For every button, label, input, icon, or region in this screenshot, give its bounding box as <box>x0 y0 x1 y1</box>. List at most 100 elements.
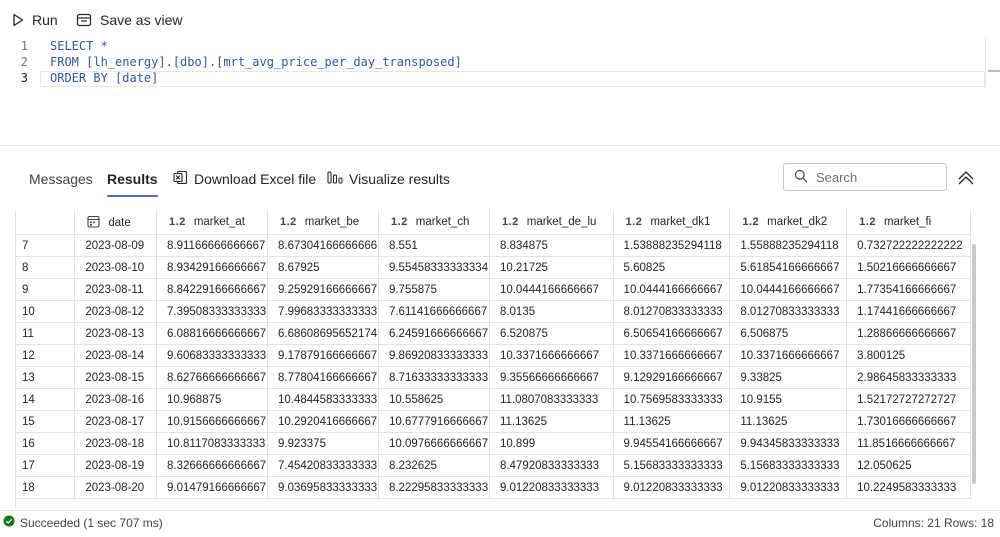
table-cell[interactable]: 2023-08-18 <box>74 432 158 455</box>
table-row[interactable]: 8 2023-08-10 8.93429166666667 8.67925 9.5545… <box>16 256 971 279</box>
table-cell[interactable]: 2023-08-17 <box>74 410 158 433</box>
table-cell[interactable]: 9.94554166666667 <box>613 432 731 455</box>
download-excel-button[interactable]: Download Excel file <box>173 170 316 188</box>
table-cell[interactable]: 2023-08-11 <box>74 278 158 301</box>
grid-scroll-thumb[interactable] <box>972 244 976 484</box>
save-as-view-button[interactable]: Save as view <box>76 12 182 28</box>
table-cell[interactable]: 10.3371666666667 <box>729 344 848 367</box>
table-cell[interactable]: 8.91166666666667 <box>156 234 268 257</box>
table-cell[interactable]: 2023-08-20 <box>74 476 158 499</box>
table-cell[interactable]: 9.86920833333333 <box>378 344 490 367</box>
table-cell[interactable]: 6.50654166666667 <box>613 322 731 345</box>
table-cell[interactable]: 6.506875 <box>729 322 848 345</box>
table-cell[interactable]: 12.050625 <box>846 454 971 477</box>
table-cell[interactable]: 10.968875 <box>156 388 268 411</box>
table-cell[interactable]: 6.68608695652174 <box>267 322 379 345</box>
table-cell[interactable]: 10.2249583333333 <box>846 476 971 499</box>
row-number[interactable]: 13 <box>16 366 76 389</box>
table-cell[interactable]: 9.25929166666667 <box>267 278 379 301</box>
table-cell[interactable]: 5.15683333333333 <box>613 454 731 477</box>
tab-messages[interactable]: Messages <box>29 171 93 187</box>
table-cell[interactable]: 9.755875 <box>378 278 490 301</box>
table-cell[interactable]: 1.77354166666667 <box>846 278 971 301</box>
table-cell[interactable]: 7.39508333333333 <box>156 300 268 323</box>
table-row[interactable]: 17 2023-08-19 8.32666666666667 7.4542083333… <box>16 454 971 477</box>
table-cell[interactable]: 9.01220833333333 <box>613 476 731 499</box>
tab-results[interactable]: Results <box>107 171 158 197</box>
table-cell[interactable]: 2023-08-12 <box>74 300 158 323</box>
table-row[interactable]: 10 2023-08-12 7.39508333333333 7.9968333333… <box>16 300 971 323</box>
table-cell[interactable]: 8.93429166666667 <box>156 256 268 279</box>
table-cell[interactable]: 9.01479166666667 <box>156 476 268 499</box>
table-cell[interactable]: 5.60825 <box>613 256 731 279</box>
results-grid[interactable]: date 1.2 market_at 1.2 market_be 1.2 market_ch… <box>15 210 971 508</box>
table-cell[interactable]: 8.77804166666667 <box>267 366 379 389</box>
table-cell[interactable]: 1.17441666666667 <box>846 300 971 323</box>
table-cell[interactable]: 9.33825 <box>729 366 848 389</box>
table-cell[interactable]: 10.7569583333333 <box>613 388 731 411</box>
column-header-date[interactable]: date <box>74 210 158 235</box>
row-number[interactable]: 17 <box>16 454 76 477</box>
table-row[interactable]: 15 2023-08-17 10.9156666666667 10.292041666… <box>16 410 971 433</box>
table-cell[interactable]: 11.13625 <box>489 410 614 433</box>
table-cell[interactable]: 9.35566666666667 <box>489 366 614 389</box>
table-cell[interactable]: 9.03695833333333 <box>267 476 379 499</box>
table-cell[interactable]: 7.45420833333333 <box>267 454 379 477</box>
table-cell[interactable]: 10.0444166666667 <box>729 278 848 301</box>
table-cell[interactable]: 1.55888235294118 <box>729 234 848 257</box>
table-cell[interactable]: 10.9156666666667 <box>156 410 268 433</box>
table-cell[interactable]: 2023-08-10 <box>74 256 158 279</box>
table-cell[interactable]: 2.98645833333333 <box>846 366 971 389</box>
table-cell[interactable]: 1.52172727272727 <box>846 388 971 411</box>
table-cell[interactable]: 10.899 <box>489 432 614 455</box>
column-header-market-at[interactable]: 1.2 market_at <box>156 210 268 235</box>
row-number[interactable]: 8 <box>16 256 76 279</box>
row-number[interactable]: 12 <box>16 344 76 367</box>
table-cell[interactable]: 10.0444166666667 <box>613 278 731 301</box>
table-cell[interactable]: 8.01270833333333 <box>613 300 731 323</box>
table-cell[interactable]: 8.834875 <box>489 234 614 257</box>
table-row[interactable]: 16 2023-08-18 10.8117083333333 9.923375 10.0… <box>16 432 971 455</box>
row-number[interactable]: 16 <box>16 432 76 455</box>
table-cell[interactable]: 10.2920416666667 <box>267 410 379 433</box>
table-cell[interactable]: 1.53888235294118 <box>613 234 731 257</box>
table-cell[interactable]: 7.99683333333333 <box>267 300 379 323</box>
table-cell[interactable]: 8.47920833333333 <box>489 454 614 477</box>
grid-scrollbar[interactable] <box>970 210 978 508</box>
collapse-results-button[interactable] <box>955 168 977 188</box>
search-input[interactable]: Search <box>783 163 947 191</box>
table-cell[interactable]: 9.17879166666667 <box>267 344 379 367</box>
table-cell[interactable]: 8.22295833333333 <box>378 476 490 499</box>
table-cell[interactable]: 5.15683333333333 <box>729 454 848 477</box>
row-number[interactable]: 15 <box>16 410 76 433</box>
column-header-market-ch[interactable]: 1.2 market_ch <box>378 210 490 235</box>
table-cell[interactable]: 1.50216666666667 <box>846 256 971 279</box>
table-cell[interactable]: 2023-08-14 <box>74 344 158 367</box>
table-cell[interactable]: 2023-08-19 <box>74 454 158 477</box>
column-header-market-de-lu[interactable]: 1.2 market_de_lu <box>489 210 614 235</box>
table-cell[interactable]: 11.0807083333333 <box>489 388 614 411</box>
editor-scrollbar[interactable] <box>985 38 1000 88</box>
table-cell[interactable]: 8.01270833333333 <box>729 300 848 323</box>
table-cell[interactable]: 11.13625 <box>729 410 848 433</box>
table-cell[interactable]: 8.67925 <box>267 256 379 279</box>
row-number[interactable]: 9 <box>16 278 76 301</box>
table-cell[interactable]: 11.8516666666667 <box>846 432 971 455</box>
table-cell[interactable]: 9.94345833333333 <box>729 432 848 455</box>
table-cell[interactable]: 8.62766666666667 <box>156 366 268 389</box>
table-cell[interactable]: 3.800125 <box>846 344 971 367</box>
column-header-market-be[interactable]: 1.2 market_be <box>267 210 379 235</box>
table-cell[interactable]: 8.67304166666666 <box>267 234 379 257</box>
table-cell[interactable]: 10.3371666666667 <box>613 344 731 367</box>
table-row[interactable]: 18 2023-08-20 9.01479166666667 9.0369583333… <box>16 476 971 499</box>
table-cell[interactable]: 5.61854166666667 <box>729 256 848 279</box>
row-number[interactable]: 10 <box>16 300 76 323</box>
table-cell[interactable]: 9.01220833333333 <box>729 476 848 499</box>
table-cell[interactable]: 0.732722222222222 <box>846 234 971 257</box>
table-row[interactable]: 7 2023-08-09 8.91166666666667 8.67304166666… <box>16 234 971 257</box>
table-cell[interactable]: 10.3371666666667 <box>489 344 614 367</box>
table-cell[interactable]: 10.0976666666667 <box>378 432 490 455</box>
table-cell[interactable]: 9.60683333333333 <box>156 344 268 367</box>
table-cell[interactable]: 2023-08-13 <box>74 322 158 345</box>
table-cell[interactable]: 10.21725 <box>489 256 614 279</box>
